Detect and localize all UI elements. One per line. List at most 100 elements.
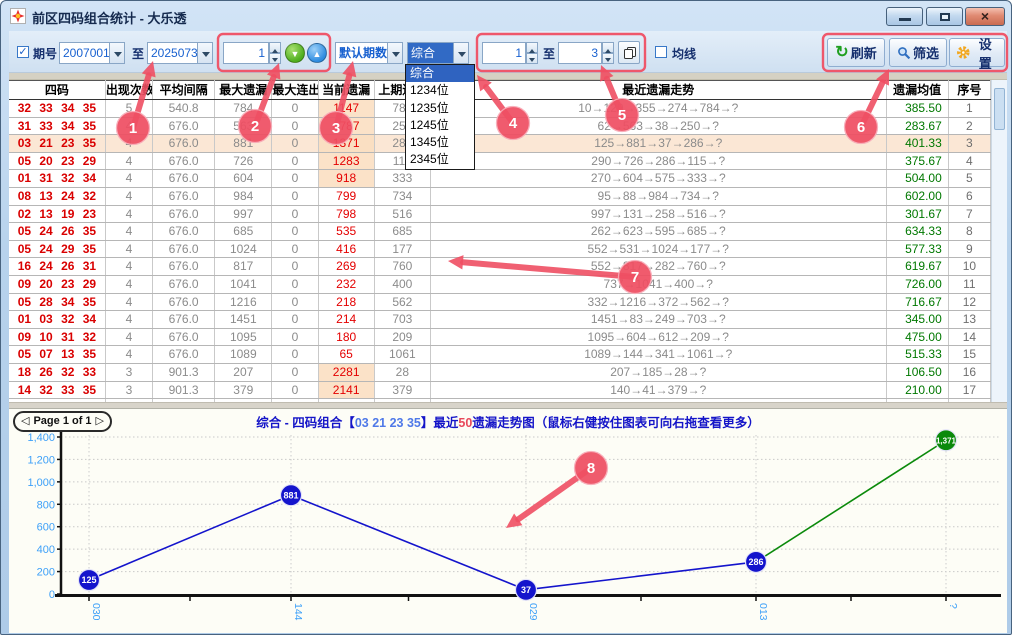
table-row[interactable]: 09 20 23 294676.010410232400737→1041→400… (9, 275, 991, 293)
column-header[interactable]: 序号 (948, 81, 990, 100)
cell-count: 3 (105, 381, 152, 399)
table-row[interactable]: 16 24 26 314676.08170269760552→817→282→7… (9, 258, 991, 276)
chevron-down-icon[interactable] (453, 42, 469, 64)
cell-avg_miss: 634.33 (886, 223, 948, 241)
spin-down-icon[interactable] (269, 53, 281, 64)
svg-text:400: 400 (37, 544, 55, 556)
dropdown-item[interactable]: 2345位 (406, 151, 474, 168)
cell-max_miss: 817 (215, 258, 272, 276)
refresh-button[interactable]: ↻ 刷新 (827, 38, 885, 67)
cell-no: 12 (948, 293, 990, 311)
settings-button[interactable]: 设置 (949, 38, 1005, 67)
step-forward-button[interactable]: ▲ (307, 43, 327, 63)
cell-max_miss: 784 (215, 100, 272, 118)
range-to-spinner[interactable]: 3 (558, 42, 614, 64)
table-row[interactable]: 18 26 32 333901.32070228128207→185→28→?1… (9, 363, 991, 381)
mode-combobox[interactable]: 综合 (407, 42, 469, 64)
minimize-button[interactable] (886, 7, 923, 26)
cell-no: 15 (948, 346, 990, 364)
chevron-down-icon[interactable] (197, 42, 213, 64)
spin-down-icon[interactable] (526, 53, 538, 64)
svg-text:1,200: 1,200 (27, 454, 55, 466)
cell-count: 4 (105, 152, 152, 170)
cell-no: 6 (948, 187, 990, 205)
cell-avg_gap: 676.0 (152, 311, 214, 329)
cell-prev: 379 (374, 381, 430, 399)
cell-avg_gap: 676.0 (152, 117, 214, 135)
table-row[interactable]: 05 24 26 354676.06850535685262→623→595→6… (9, 223, 991, 241)
dropdown-item[interactable]: 1234位 (406, 82, 474, 99)
table-row[interactable]: 32 33 34 355540.87840114778410→129→355→2… (9, 100, 991, 118)
table-row[interactable]: 01 03 32 344676.0145102147031451→83→249→… (9, 311, 991, 329)
cell-trend: 125→881→37→286→? (430, 135, 886, 153)
table-row[interactable]: 03 21 23 354676.088101371286125→881→37→2… (9, 135, 991, 153)
cell-code: 18 26 32 33 (9, 363, 105, 381)
svg-text:013: 013 (757, 603, 769, 621)
cell-no: 9 (948, 240, 990, 258)
svg-text:030: 030 (90, 603, 102, 621)
cell-max_miss: 1095 (215, 328, 272, 346)
cell-trend: 207→185→28→? (430, 363, 886, 381)
column-header[interactable]: 最近遗漏走势 (430, 81, 886, 100)
copy-button[interactable] (618, 41, 640, 64)
filter-button[interactable]: 筛选 (889, 38, 947, 67)
spin-up-icon[interactable] (269, 42, 281, 53)
pager-next-icon[interactable]: ▷ (96, 415, 104, 428)
period-to-value: 2025073 (147, 42, 197, 64)
table-row[interactable] (9, 399, 991, 402)
table-row[interactable]: 05 28 34 354676.012160218562332→1216→372… (9, 293, 991, 311)
cell-no: 13 (948, 311, 990, 329)
spin-up-icon[interactable] (526, 42, 538, 53)
maximize-button[interactable] (926, 7, 963, 26)
period-checkbox[interactable]: ✓ (17, 46, 29, 58)
period-to-combobox[interactable]: 2025073 (147, 42, 213, 64)
spin-up-icon[interactable] (602, 42, 614, 53)
cell-trend: 552→817→282→760→? (430, 258, 886, 276)
vertical-scrollbar[interactable] (991, 80, 1007, 402)
table-row[interactable]: 02 13 19 234676.09970798516997→131→258→5… (9, 205, 991, 223)
preset-period-combobox[interactable]: 默认期数 (335, 42, 403, 64)
cell-code: 01 31 32 34 (9, 170, 105, 188)
chevron-down-icon[interactable] (387, 42, 403, 64)
cell-code: 01 03 32 34 (9, 311, 105, 329)
column-header[interactable]: 当前遗漏 (318, 81, 374, 100)
step-spinner[interactable]: 1 (223, 42, 281, 64)
app-window: 前区四码组合统计 - 大乐透 × ✓ 期号 2007001 至 2025073 … (0, 0, 1012, 635)
column-header[interactable]: 出现次数 (105, 81, 152, 100)
close-button[interactable]: × (965, 7, 1005, 26)
table-row[interactable]: 08 13 24 324676.0984079973495→88→984→734… (9, 187, 991, 205)
cell-max_streak: 0 (272, 258, 318, 276)
dropdown-item[interactable]: 1345位 (406, 134, 474, 151)
pager-prev-icon[interactable]: ◁ (21, 415, 29, 428)
cell-code: 32 33 34 35 (9, 100, 105, 118)
ma-checkbox[interactable] (655, 46, 667, 58)
table-row[interactable]: 01 31 32 344676.06040918333270→604→575→3… (9, 170, 991, 188)
column-header[interactable]: 四码 (9, 81, 105, 100)
column-header[interactable]: 遗漏均值 (886, 81, 948, 100)
table-row[interactable]: 14 32 33 353901.337902141379140→41→379→?… (9, 381, 991, 399)
omission-trend-chart[interactable]: 02004006008001,0001,2001,400125030881144… (9, 409, 1007, 634)
scrollbar-thumb[interactable] (994, 88, 1005, 130)
cell-cur: 269 (318, 258, 374, 276)
range-from-spinner[interactable]: 1 (482, 42, 538, 64)
cell-count: 4 (105, 293, 152, 311)
step-back-button[interactable]: ▼ (285, 43, 305, 63)
column-header[interactable]: 最大遗漏 (215, 81, 272, 100)
spin-down-icon[interactable] (602, 53, 614, 64)
dropdown-item[interactable]: 1235位 (406, 100, 474, 117)
table-row[interactable]: 31 33 34 354676.05630178725062→563→38→25… (9, 117, 991, 135)
table-row[interactable]: 09 10 31 324676.0109501802091095→604→612… (9, 328, 991, 346)
refresh-label: 刷新 (851, 43, 877, 62)
dropdown-item[interactable]: 1245位 (406, 117, 474, 134)
table-row[interactable]: 05 24 29 354676.010240416177552→531→1024… (9, 240, 991, 258)
column-header[interactable]: 平均间隔 (152, 81, 214, 100)
period-from-combobox[interactable]: 2007001 (59, 42, 125, 64)
column-header[interactable]: 最大连出 (272, 81, 318, 100)
svg-text:1,000: 1,000 (27, 477, 55, 489)
copy-icon (623, 46, 636, 60)
table-row[interactable]: 05 07 13 354676.0108906510611089→144→341… (9, 346, 991, 364)
dropdown-item[interactable]: 综合 (406, 65, 474, 82)
table-row[interactable]: 05 20 23 294676.072601283115290→726→286→… (9, 152, 991, 170)
chevron-down-icon[interactable] (109, 42, 125, 64)
cell-prev: 209 (374, 328, 430, 346)
